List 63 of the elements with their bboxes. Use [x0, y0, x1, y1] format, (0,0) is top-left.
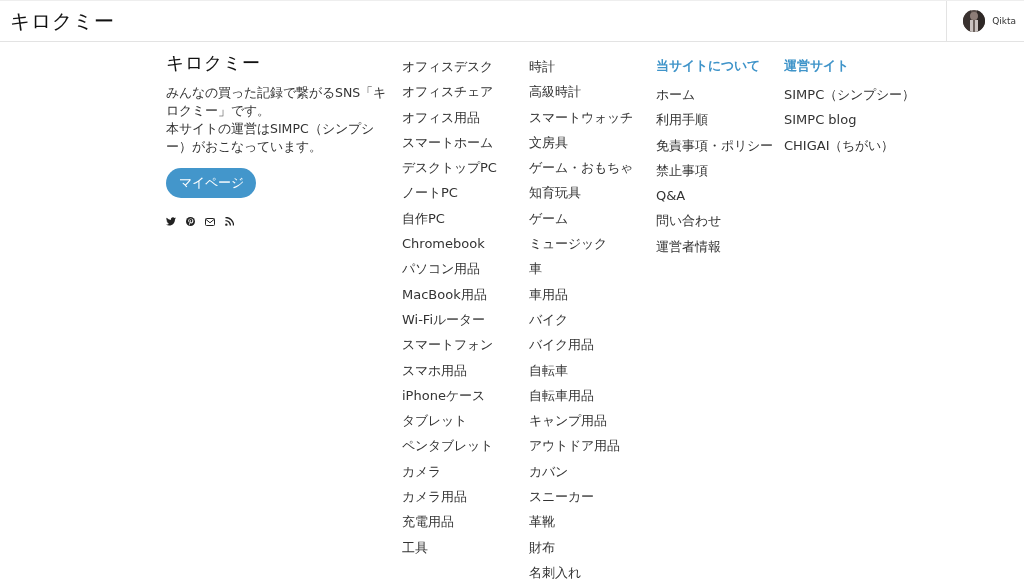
footer-link[interactable]: ゲーム: [529, 210, 568, 226]
footer-link[interactable]: Q&A: [656, 188, 686, 204]
pinterest-icon[interactable]: [186, 217, 195, 226]
footer-link[interactable]: スニーカー: [529, 489, 594, 505]
footer-link[interactable]: スマートウォッチ: [529, 109, 633, 125]
footer-link[interactable]: ホーム: [656, 87, 695, 102]
footer-link[interactable]: 車用品: [529, 286, 568, 302]
footer-link[interactable]: ノートPC: [402, 185, 458, 201]
footer-link[interactable]: 運営者情報: [656, 238, 721, 254]
footer-link[interactable]: カメラ: [402, 463, 441, 479]
footer-link[interactable]: 免責事項・ポリシー: [656, 137, 773, 153]
footer-link[interactable]: 知育玩具: [529, 185, 581, 201]
footer-link[interactable]: 利用手順: [656, 112, 708, 128]
site-description: みんなの買った記録で繋がるSNS「キロクミー」です。: [166, 84, 388, 120]
footer-link[interactable]: SIMPC blog: [784, 112, 857, 128]
footer-link[interactable]: オフィスデスク: [402, 59, 493, 74]
footer-link[interactable]: ゲーム・おもちゃ: [529, 160, 633, 176]
footer-link[interactable]: スマートフォン: [402, 337, 493, 353]
footer-link[interactable]: CHIGAI（ちがい）: [784, 137, 895, 153]
rss-icon[interactable]: [225, 217, 234, 226]
footer-link[interactable]: バイク: [529, 311, 568, 327]
footer-link[interactable]: MacBook用品: [402, 286, 487, 302]
footer-link[interactable]: オフィス用品: [402, 109, 480, 125]
footer-link[interactable]: スマートホーム: [402, 134, 493, 150]
user-name: Qikta: [992, 16, 1016, 26]
footer-link[interactable]: デスクトップPC: [402, 160, 497, 176]
footer-link[interactable]: カメラ用品: [402, 489, 467, 505]
footer-link[interactable]: 文房具: [529, 134, 568, 150]
footer-link[interactable]: 時計: [529, 59, 555, 74]
footer-link[interactable]: スマホ用品: [402, 362, 467, 378]
footer-link[interactable]: 自作PC: [402, 210, 445, 226]
footer-link[interactable]: タブレット: [402, 413, 467, 429]
footer-link[interactable]: Chromebook: [402, 236, 485, 252]
footer-link[interactable]: SIMPC（シンプシー）: [784, 87, 916, 102]
footer-link[interactable]: 工具: [402, 539, 428, 555]
footer-link[interactable]: Wi-Fiルーター: [402, 311, 485, 327]
footer-link[interactable]: 革靴: [529, 514, 555, 530]
footer-link[interactable]: カバン: [529, 463, 568, 479]
footer-link[interactable]: バイク用品: [529, 337, 594, 353]
footer-link[interactable]: オフィスチェア: [402, 84, 493, 100]
footer-link[interactable]: 充電用品: [402, 514, 454, 530]
footer-link[interactable]: アウトドア用品: [529, 438, 620, 454]
footer-link[interactable]: 自転車用品: [529, 387, 594, 403]
footer-link[interactable]: ミュージック: [529, 236, 607, 252]
section-heading: 運営サイト: [784, 57, 849, 75]
footer-logo: キロクミー: [166, 51, 261, 75]
footer-link[interactable]: 高級時計: [529, 84, 581, 100]
user-menu[interactable]: Qikta: [946, 1, 1024, 41]
footer-link[interactable]: 車: [529, 261, 542, 277]
site-description: 本サイトの運営はSIMPC（シンプシー）がおこなっています。: [166, 120, 375, 156]
footer-link[interactable]: パソコン用品: [402, 261, 480, 277]
footer-link[interactable]: キャンプ用品: [529, 413, 607, 429]
twitter-bird-icon[interactable]: [166, 217, 176, 226]
footer-link[interactable]: iPhoneケース: [402, 387, 485, 403]
footer-link[interactable]: 禁止事項: [656, 162, 708, 178]
footer-link[interactable]: 財布: [529, 539, 555, 555]
footer-link[interactable]: 名刺入れ: [529, 564, 581, 580]
mail-icon[interactable]: [205, 217, 215, 226]
footer-link[interactable]: 問い合わせ: [656, 213, 721, 229]
footer-link[interactable]: 自転車: [529, 362, 568, 378]
section-heading: 当サイトについて: [656, 57, 760, 75]
site-logo[interactable]: キロクミー: [0, 7, 115, 35]
footer-link[interactable]: ペンタブレット: [402, 438, 493, 454]
